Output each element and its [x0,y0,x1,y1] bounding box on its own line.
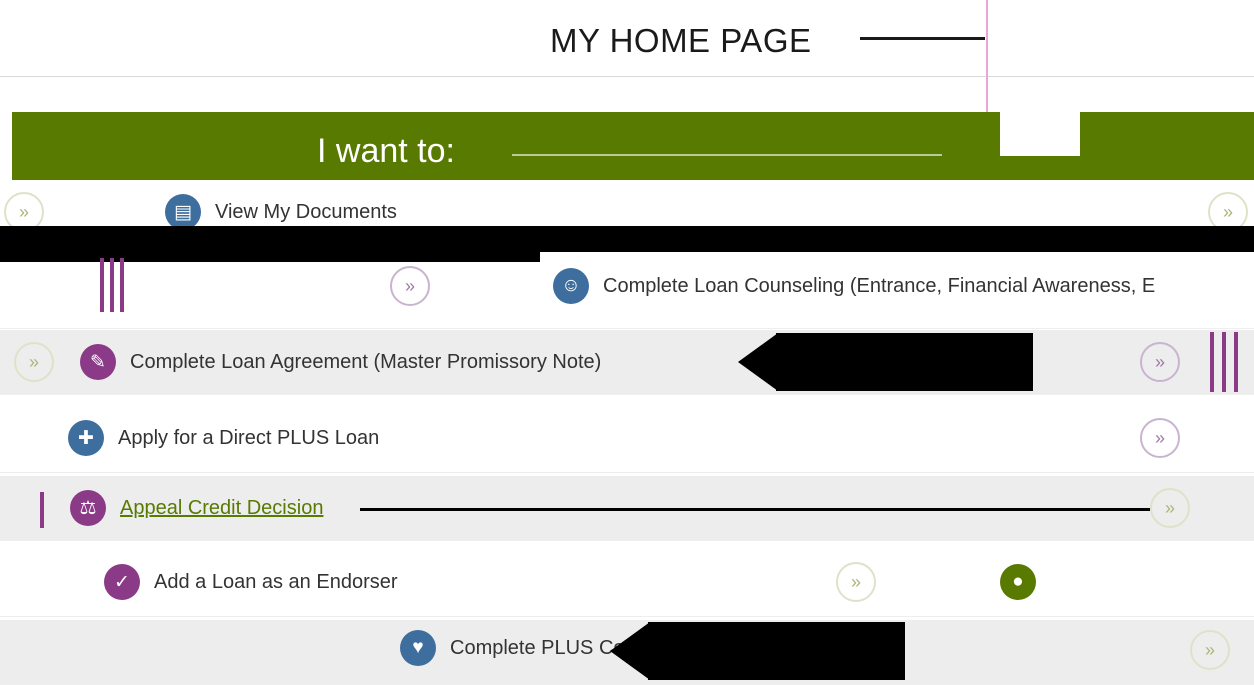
counseling-icon: ☺ [553,268,589,304]
user-icon: ● [1000,564,1036,600]
pointer-arrow [738,333,1033,391]
banner-rule [512,154,942,156]
list-item: » ✎ Complete Loan Agreement (Master Prom… [0,330,1254,395]
i-want-to-label: I want to: [317,132,455,170]
arrow-shaft [648,622,905,680]
pointer-arrow [610,622,905,680]
render-artifact [0,252,540,262]
list-item: ✓ Add a Loan as an Endorser » ● [0,552,1254,617]
page-header: MY HOME PAGE [0,0,1254,77]
document-icon: ▤ [165,194,201,230]
go-arrow-icon[interactable]: » [836,562,876,602]
render-artifact [40,492,44,528]
render-artifact [1234,332,1238,392]
list-item: » ☺ Complete Loan Counseling (Entrance, … [0,258,1254,329]
view-my-documents-link[interactable]: ▤ View My Documents [165,194,397,230]
action-label: Complete Loan Counseling (Entrance, Fina… [603,274,1156,297]
action-label: View My Documents [215,200,397,223]
title-underline [860,37,985,40]
arrow-shaft [776,333,1033,391]
i-want-to-banner: I want to: [12,112,1254,180]
action-label: Add a Loan as an Endorser [154,570,398,593]
go-arrow-icon[interactable]: » [1190,630,1230,670]
list-item: ⚖ Appeal Credit Decision » [0,476,1254,541]
appeal-credit-decision-link[interactable]: ⚖ Appeal Credit Decision [70,490,323,526]
page-title: MY HOME PAGE [550,22,812,59]
go-arrow-icon[interactable]: » [14,342,54,382]
list-item: ✚ Apply for a Direct PLUS Loan » [0,408,1254,473]
complete-loan-agreement-link[interactable]: ✎ Complete Loan Agreement (Master Promis… [80,344,601,380]
banner-notch [1000,112,1080,156]
render-artifact [1210,332,1214,392]
action-label: Complete Loan Agreement (Master Promisso… [130,350,602,373]
complete-loan-counseling-link[interactable]: ☺ Complete Loan Counseling (Entrance, Fi… [553,268,1155,304]
render-artifact [0,226,1254,252]
render-artifact [100,258,104,312]
action-list: » ▤ View My Documents » » ☺ Complete Loa… [0,180,1254,685]
signature-icon: ✎ [80,344,116,380]
list-item: ♥ Complete PLUS Counseling » [0,620,1254,685]
render-artifact [1222,332,1226,392]
render-artifact [110,258,114,312]
apply-direct-plus-loan-link[interactable]: ✚ Apply for a Direct PLUS Loan [68,420,379,456]
appeal-icon: ⚖ [70,490,106,526]
go-arrow-icon[interactable]: » [1140,418,1180,458]
arrow-head [610,622,650,680]
go-arrow-icon[interactable]: » [1140,342,1180,382]
render-artifact [360,508,1150,511]
render-artifact [120,258,124,312]
action-label: Apply for a Direct PLUS Loan [118,426,380,449]
apply-icon: ✚ [68,420,104,456]
go-arrow-icon[interactable]: » [1150,488,1190,528]
arrow-head [738,333,778,391]
go-arrow-icon[interactable]: » [390,266,430,306]
endorser-icon: ✓ [104,564,140,600]
plus-counseling-icon: ♥ [400,630,436,666]
add-loan-endorser-link[interactable]: ✓ Add a Loan as an Endorser [104,564,398,600]
action-label: Appeal Credit Decision [120,496,324,519]
